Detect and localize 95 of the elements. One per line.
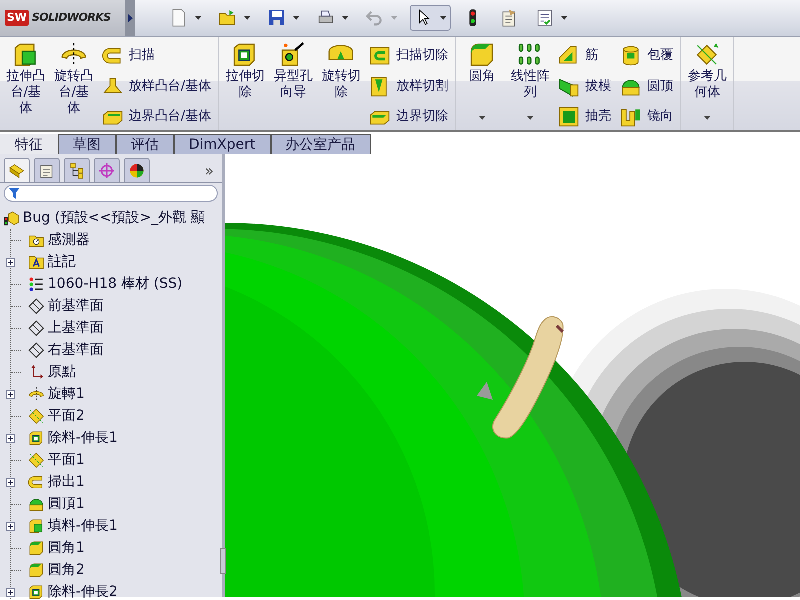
expand-arrow-icon[interactable] xyxy=(128,14,132,22)
ribbon-command-button[interactable]: 参考几何体 xyxy=(684,41,730,130)
logo-mark: SW xyxy=(5,10,30,26)
filter-field[interactable] xyxy=(4,185,218,202)
panel-tab[interactable] xyxy=(124,158,150,182)
ribbon-command-button[interactable]: 放样切割 xyxy=(369,74,448,100)
ribbon-command-button[interactable]: 包覆 xyxy=(620,43,674,69)
block-icon xyxy=(28,518,45,534)
folder-icon xyxy=(218,8,238,28)
caret-icon xyxy=(704,116,711,120)
caret-icon xyxy=(244,16,251,20)
ribbon-command-button[interactable]: 异型孔向导 xyxy=(270,41,316,130)
ribbon-command-button[interactable]: 旋转切除 xyxy=(318,41,364,130)
cursor-arrow-button[interactable] xyxy=(410,5,451,31)
mirror-block-icon xyxy=(620,106,642,128)
ribbon-command-button[interactable]: 拉伸凸台/基体 xyxy=(3,41,49,130)
command-tab[interactable]: 评估 xyxy=(116,134,174,154)
ribbon-command-button[interactable]: 边界切除 xyxy=(369,104,448,130)
ribbon-command-button[interactable]: 筋 xyxy=(558,43,612,69)
tree-item[interactable]: 圓頂1 xyxy=(48,494,85,514)
plane-outline-icon xyxy=(28,298,45,314)
cube-cut-icon xyxy=(28,584,45,600)
annotation-folder-icon xyxy=(28,254,45,270)
caret-icon xyxy=(293,16,300,20)
part-blocks-icon xyxy=(3,210,20,226)
hollow-cube-icon xyxy=(558,106,580,128)
plane-outline-icon xyxy=(28,342,45,358)
expand-toggle-icon[interactable] xyxy=(6,522,15,530)
caret-icon xyxy=(391,16,398,20)
panel-tab[interactable] xyxy=(34,158,60,182)
color-sphere-icon xyxy=(128,162,146,180)
plane-outline-icon xyxy=(28,320,45,336)
feature-tree-icon xyxy=(8,162,26,180)
panel-tab[interactable] xyxy=(64,158,90,182)
tree-item[interactable]: 旋轉1 xyxy=(48,384,85,404)
tree-item[interactable]: 右基準面 xyxy=(48,340,104,360)
tree-item[interactable]: Bug (預設<<預設>_外觀 顯 xyxy=(23,208,205,228)
ribbon-command-button[interactable]: 镜向 xyxy=(620,104,674,130)
ribbon-command-button[interactable]: 扫描 xyxy=(102,43,212,69)
tree-item[interactable]: 圓角2 xyxy=(48,560,85,580)
tree-item[interactable]: 1060-H18 棒材 (SS) xyxy=(48,274,183,294)
splitter-handle[interactable] xyxy=(220,548,226,574)
rounded-cube-icon xyxy=(28,562,45,578)
ribbon-command-button[interactable]: 拉伸切除 xyxy=(222,41,268,130)
tree-item[interactable]: 平面2 xyxy=(48,406,85,426)
caret-icon xyxy=(342,16,349,20)
cube-hook-icon xyxy=(369,44,392,67)
tree-item[interactable]: 平面1 xyxy=(48,450,85,470)
tree-item[interactable]: 前基準面 xyxy=(48,296,104,316)
ribbon-command-button[interactable]: 圆角 xyxy=(459,41,506,130)
plane-diamond-icon xyxy=(28,408,45,424)
expand-toggle-icon[interactable] xyxy=(6,390,15,398)
ribbon-command-button[interactable]: 拔模 xyxy=(558,74,612,100)
logo-text: SOLIDWORKS xyxy=(32,10,111,26)
command-tab[interactable]: 办公室产品 xyxy=(270,134,371,154)
caret-icon xyxy=(478,116,486,120)
crosshair-icon xyxy=(98,162,116,180)
tree-item[interactable]: 上基準面 xyxy=(48,318,104,338)
tree-item[interactable]: 除料-伸長2 xyxy=(48,582,118,600)
tree-item[interactable]: 感測器 xyxy=(48,230,90,250)
arch-icon xyxy=(28,386,45,402)
expand-toggle-icon[interactable] xyxy=(6,478,15,486)
expand-toggle-icon[interactable] xyxy=(6,258,15,266)
expand-toggle-icon[interactable] xyxy=(6,434,15,442)
command-tab[interactable]: 特征 xyxy=(0,134,58,154)
ribbon-command-button[interactable]: 线性阵列 xyxy=(507,41,554,130)
material-list-icon xyxy=(28,276,45,292)
hook-shape-icon xyxy=(28,474,45,490)
panel-tab[interactable] xyxy=(4,158,30,182)
ribbon-command-button[interactable]: 放样凸台/基体 xyxy=(102,74,212,100)
hierarchy-icon xyxy=(68,162,86,180)
caret-icon xyxy=(440,16,447,20)
ribbon-command-button[interactable]: 扫描切除 xyxy=(369,43,448,69)
ribbon-command-button[interactable]: 旋转凸台/基体 xyxy=(51,41,97,130)
tree-item[interactable]: 註記 xyxy=(48,252,76,272)
caret-icon xyxy=(561,16,568,20)
more-tabs-chevron[interactable]: » xyxy=(204,160,214,182)
ribbon-command-button[interactable]: 边界凸台/基体 xyxy=(102,104,212,130)
checklist-icon xyxy=(535,8,555,28)
tree-item[interactable]: 填料-伸長1 xyxy=(48,516,118,536)
cube-cut-icon xyxy=(28,430,45,446)
ribbon-command-button[interactable]: 抽壳 xyxy=(558,104,612,130)
command-tab[interactable]: 草图 xyxy=(58,134,116,154)
tree-item[interactable]: 圓角1 xyxy=(48,538,85,558)
tree-item[interactable]: 原點 xyxy=(48,362,76,382)
ribbon-command-button[interactable]: 圆顶 xyxy=(620,74,674,100)
tree-item[interactable]: 除料-伸長1 xyxy=(48,428,118,448)
expand-toggle-icon[interactable] xyxy=(6,588,15,596)
funnel-icon xyxy=(9,188,20,199)
command-tab[interactable]: DimXpert xyxy=(174,134,271,154)
plane-diamond-icon xyxy=(28,452,45,468)
caret-icon xyxy=(195,16,202,20)
rounded-cube-icon xyxy=(28,540,45,556)
tree-item[interactable]: 掃出1 xyxy=(48,472,85,492)
caret-icon xyxy=(526,116,534,120)
